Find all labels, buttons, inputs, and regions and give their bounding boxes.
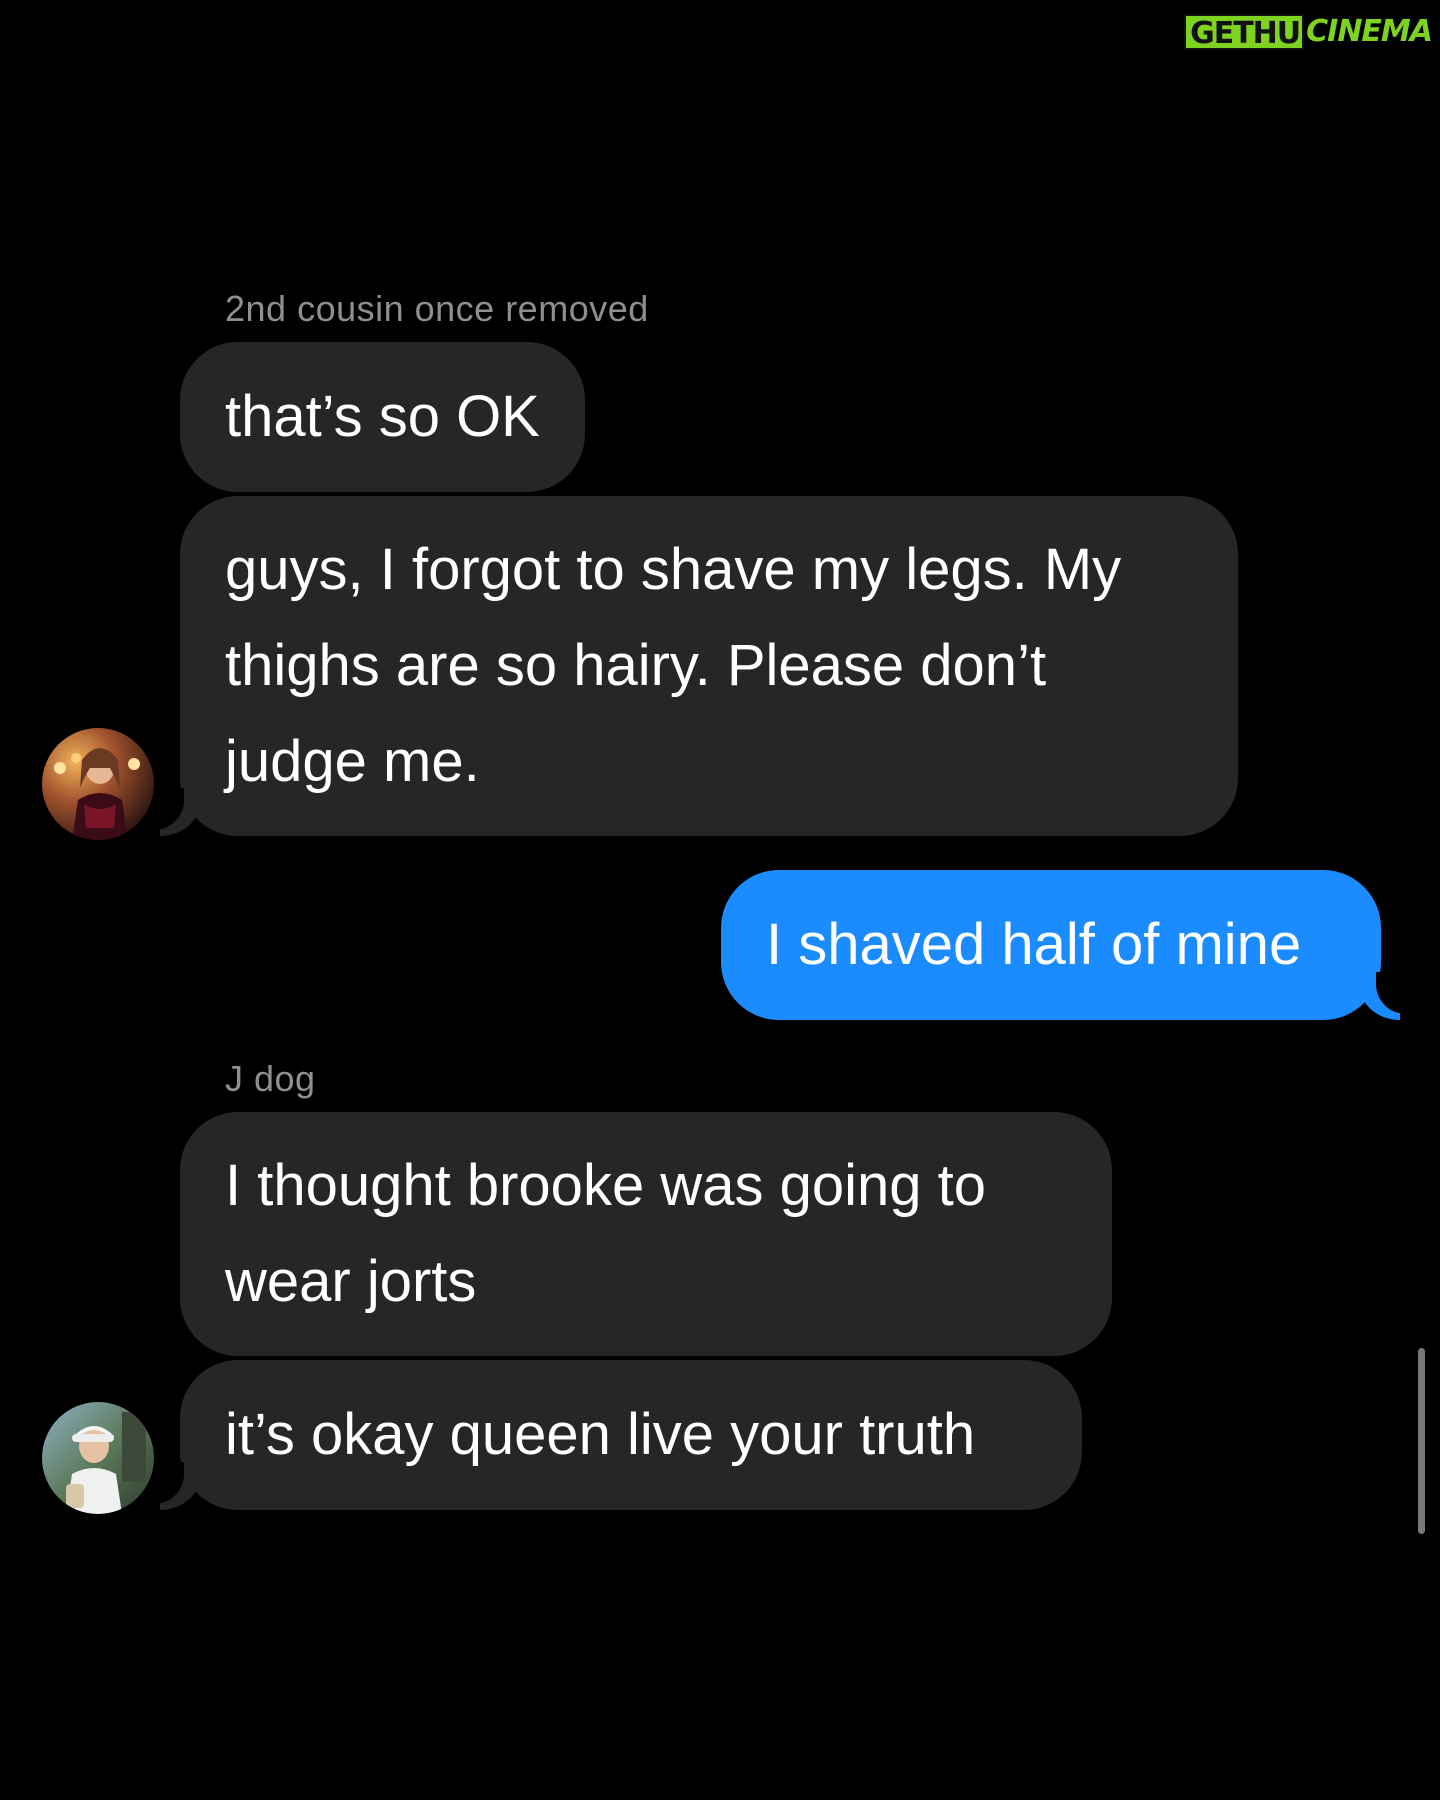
watermark-part2: CINEMA xyxy=(1306,14,1433,49)
message-bubble-incoming[interactable]: that’s so OK xyxy=(180,342,585,492)
message-bubble-incoming[interactable]: guys, I forgot to shave my legs. My thig… xyxy=(180,496,1238,836)
bubble-tail xyxy=(148,788,200,836)
message-line: thighs are so hairy. Please don’t xyxy=(225,633,1047,698)
woman-in-red-corset-avatar-icon xyxy=(42,728,154,840)
message-line: judge me. xyxy=(225,729,480,794)
bubble-tail xyxy=(1360,972,1412,1020)
message-line: guys, I forgot to shave my legs. My xyxy=(225,537,1122,602)
watermark-logo: GETHU CINEMA xyxy=(1184,14,1433,51)
message-text: that’s so OK xyxy=(225,384,540,449)
message-bubble-incoming[interactable]: it’s okay queen live your truth xyxy=(180,1360,1082,1510)
bubble-tail xyxy=(148,1462,200,1510)
watermark-part1: GETHU xyxy=(1184,14,1305,51)
message-bubble-outgoing[interactable]: I shaved half of mine xyxy=(721,870,1381,1020)
message-bubble-incoming[interactable]: I thought brooke was going to wear jorts xyxy=(180,1112,1112,1356)
contact-avatar[interactable] xyxy=(42,1402,154,1514)
contact-avatar[interactable] xyxy=(42,728,154,840)
scrollbar[interactable] xyxy=(1418,1348,1425,1534)
message-line: wear jorts xyxy=(225,1249,477,1314)
message-text: it’s okay queen live your truth xyxy=(225,1402,976,1467)
sender-name: 2nd cousin once removed xyxy=(225,288,649,329)
message-line: I thought brooke was going to xyxy=(225,1153,986,1218)
girl-in-white-cap-avatar-icon xyxy=(42,1402,154,1514)
message-text: I shaved half of mine xyxy=(766,912,1302,977)
sender-name: J dog xyxy=(225,1058,316,1099)
